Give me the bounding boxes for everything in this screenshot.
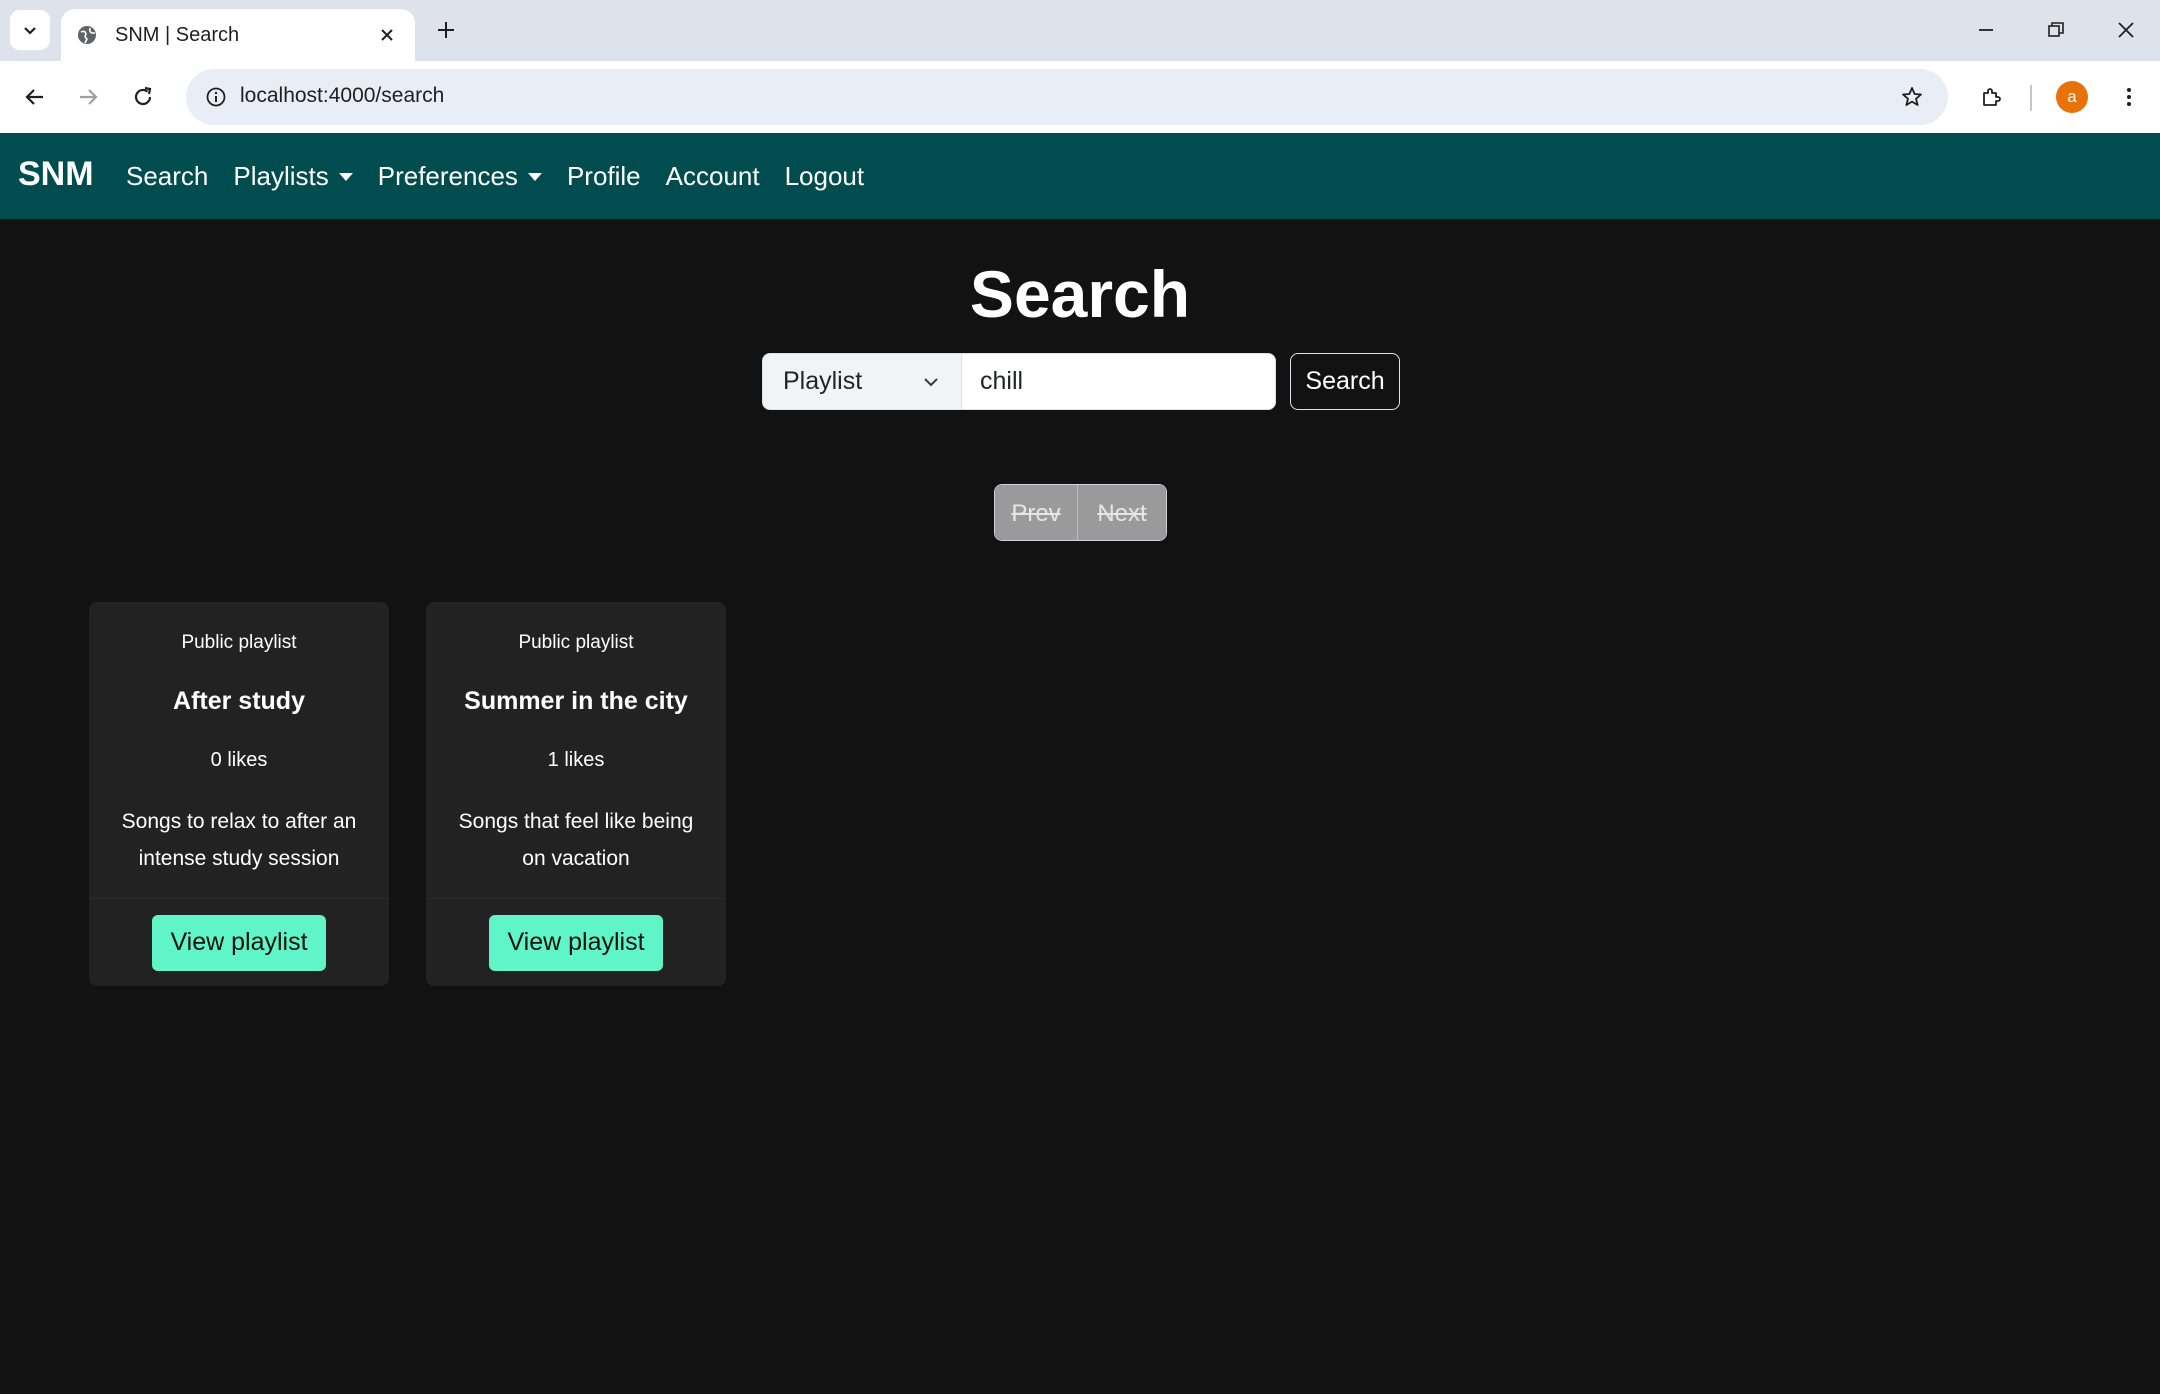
- card-footer: View playlist: [89, 898, 389, 986]
- reload-icon[interactable]: [122, 76, 164, 118]
- chevron-down-icon: [24, 27, 36, 35]
- view-playlist-button[interactable]: View playlist: [489, 914, 663, 971]
- caret-down-icon: [338, 173, 353, 181]
- tab-search-button[interactable]: [10, 10, 50, 50]
- search-type-value: Playlist: [783, 367, 863, 395]
- pagination: Prev Next: [994, 484, 1167, 541]
- nav-link-search[interactable]: Search: [126, 161, 208, 192]
- playlist-card: Public playlist After study 0 likes Song…: [89, 602, 389, 986]
- card-subtitle: Public playlist: [518, 632, 634, 653]
- search-type-select[interactable]: Playlist: [762, 353, 962, 410]
- card-description: Songs to relax to after an intense study…: [121, 810, 357, 870]
- more-vert-icon[interactable]: [2108, 76, 2150, 118]
- app-navbar: SNM Search Playlists Preferences Profile…: [0, 133, 2160, 219]
- card-subtitle: Public playlist: [181, 632, 297, 653]
- globe-icon: [75, 23, 99, 47]
- nav-link-logout[interactable]: Logout: [785, 161, 865, 192]
- nav-links: Search Playlists Preferences Profile Acc…: [126, 133, 889, 219]
- extensions-puzzle-icon[interactable]: [1970, 76, 2012, 118]
- prev-page-button[interactable]: Prev: [995, 485, 1079, 540]
- new-tab-icon[interactable]: [430, 14, 462, 46]
- playlist-card: Public playlist Summer in the city 1 lik…: [426, 602, 726, 986]
- forward-arrow-icon[interactable]: [67, 76, 109, 118]
- minimize-icon[interactable]: [1958, 6, 2014, 54]
- nav-link-label: Account: [665, 160, 760, 191]
- back-arrow-icon[interactable]: [14, 76, 56, 118]
- browser-toolbar: localhost:4000/search a: [0, 61, 2160, 133]
- card-likes: 1 likes: [547, 749, 605, 771]
- view-playlist-button[interactable]: View playlist: [152, 914, 326, 971]
- nav-dropdown-playlists[interactable]: Playlists: [233, 160, 353, 192]
- nav-link-account[interactable]: Account: [666, 161, 760, 192]
- browser-tab-bar: SNM | Search: [0, 0, 2160, 61]
- restore-icon[interactable]: [2028, 6, 2084, 54]
- toolbar-divider: [2030, 85, 2032, 111]
- close-window-icon[interactable]: [2098, 6, 2154, 54]
- search-button[interactable]: Search: [1290, 353, 1400, 410]
- brand-logo[interactable]: SNM: [18, 155, 94, 194]
- card-footer: View playlist: [426, 898, 726, 986]
- profile-avatar[interactable]: a: [2056, 81, 2088, 113]
- search-input[interactable]: [962, 353, 1276, 410]
- nav-link-label: Search: [126, 160, 209, 191]
- nav-link-label: Logout: [784, 160, 865, 191]
- close-tab-icon[interactable]: [373, 21, 401, 49]
- card-likes: 0 likes: [210, 749, 268, 771]
- address-bar[interactable]: localhost:4000/search: [186, 69, 1948, 125]
- nav-link-label: Profile: [566, 160, 641, 191]
- bookmark-star-icon[interactable]: [1894, 79, 1930, 115]
- nav-link-label: Preferences: [377, 160, 518, 191]
- card-description: Songs that feel like being on vacation: [458, 810, 694, 870]
- active-tab[interactable]: SNM | Search: [61, 9, 415, 61]
- site-info-icon[interactable]: [198, 79, 234, 115]
- next-page-button[interactable]: Next: [1078, 485, 1166, 540]
- nav-link-profile[interactable]: Profile: [567, 161, 641, 192]
- search-form: Playlist Search: [762, 353, 1400, 410]
- nav-dropdown-preferences[interactable]: Preferences: [378, 161, 542, 192]
- card-title: Summer in the city: [464, 687, 688, 715]
- card-title: After study: [173, 687, 305, 715]
- url-text[interactable]: localhost:4000/search: [240, 84, 444, 108]
- caret-down-icon: [527, 173, 542, 181]
- results-list: Public playlist After study 0 likes Song…: [89, 602, 763, 986]
- tab-title: SNM | Search: [115, 23, 240, 46]
- page-title: Search: [969, 257, 1191, 331]
- chevron-down-icon: [924, 378, 938, 387]
- nav-link-label: Playlists: [233, 160, 329, 191]
